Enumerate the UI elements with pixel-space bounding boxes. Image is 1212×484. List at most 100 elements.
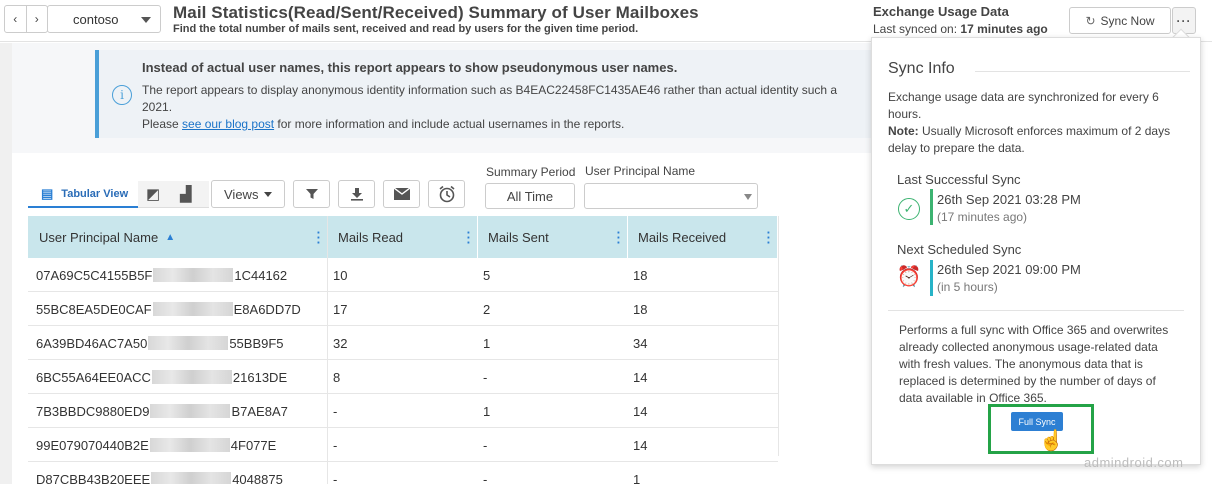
sync-icon: ↻: [1085, 13, 1096, 28]
last-sync-title: Last Successful Sync: [897, 172, 1021, 187]
filter-icon: [305, 189, 318, 199]
column-header-label: Mails Received: [638, 229, 727, 245]
sync-intro-text: Exchange usage data are synchronized for…: [888, 90, 1159, 121]
divider: [888, 310, 1184, 311]
status-bar: [930, 189, 933, 225]
table-row[interactable]: 6BC55A64EE0ACC 21613DE 8 - 14: [28, 360, 778, 394]
nav-arrows: ‹ ›: [4, 5, 48, 33]
cell-upn: 07A69C5C4155B5F 1C44162: [28, 258, 328, 292]
last-sync-date: 26th Sep 2021 03:28 PM: [937, 192, 1081, 207]
usage-data-title: Exchange Usage Data: [873, 4, 1009, 19]
column-header-mails-sent[interactable]: Mails Sent · · ·: [478, 216, 628, 258]
redacted-block: [151, 370, 232, 384]
email-button[interactable]: [383, 180, 420, 208]
page-title: Mail Statistics(Read/Sent/Received) Summ…: [173, 3, 699, 22]
left-strip: [0, 43, 12, 484]
upn-text-start: D87CBB43B20EEE: [36, 471, 151, 484]
cell-mails-sent: 2: [483, 301, 491, 317]
next-sync-relative: (in 5 hours): [937, 280, 998, 294]
hand-cursor-icon: ☝: [1039, 430, 1064, 452]
redacted-block: [151, 472, 232, 484]
schedule-button[interactable]: [428, 180, 465, 208]
next-sync-title: Next Scheduled Sync: [897, 242, 1022, 257]
column-header-mails-received[interactable]: Mails Received · · ·: [628, 216, 778, 258]
upn-text-end: 1C44162: [234, 267, 288, 283]
column-menu-icon[interactable]: · · ·: [617, 226, 621, 249]
tab-tabular-label: Tabular View: [61, 187, 129, 200]
cell-mails-received: 18: [633, 267, 648, 283]
table-row[interactable]: 55BC8EA5DE0CAF E8A6DD7D 17 2 18: [28, 292, 778, 326]
banner-line-1: The report appears to display anonymous …: [142, 83, 838, 97]
chevron-down-icon: [264, 191, 273, 197]
top-bar: ‹ › contoso Mail Statistics(Read/Sent/Re…: [0, 0, 1212, 42]
cell-mails-read: -: [333, 437, 338, 453]
sync-info-popover: Sync Info Exchange usage data are synchr…: [871, 37, 1201, 465]
redacted-block: [150, 404, 231, 418]
views-label: Views: [224, 186, 259, 202]
banner-line-2: 2021.: [142, 100, 173, 114]
last-synced-label: Last synced on:: [873, 22, 958, 36]
upn-text-start: 7B3BBDC9880ED9: [36, 403, 150, 419]
column-header-upn[interactable]: User Principal Name ▲ · · ·: [28, 216, 328, 258]
chevron-down-icon: [141, 17, 151, 23]
sync-now-label: Sync Now: [1100, 13, 1155, 28]
cell-mails-received: 14: [633, 437, 648, 453]
banner-title: Instead of actual user names, this repor…: [142, 60, 678, 75]
tenant-select[interactable]: contoso: [47, 5, 161, 33]
sort-ascending-icon[interactable]: ▲: [165, 232, 175, 243]
upn-filter-select[interactable]: [584, 183, 758, 209]
nav-prev-button[interactable]: ‹: [5, 6, 27, 32]
export-button[interactable]: [338, 180, 375, 208]
column-header-mails-read[interactable]: Mails Read · · ·: [328, 216, 478, 258]
redacted-block: [149, 438, 230, 452]
info-banner: i Instead of actual user names, this rep…: [95, 50, 875, 138]
cell-upn: D87CBB43B20EEE 4048875: [28, 462, 328, 484]
chevron-down-icon: [744, 194, 752, 200]
popover-title: Sync Info: [888, 60, 955, 77]
data-table: User Principal Name ▲ · · · Mails Read · · ·…: [28, 216, 778, 484]
tenant-name: contoso: [73, 11, 119, 27]
last-synced-text: Last synced on: 17 minutes ago: [873, 22, 1048, 36]
table-row[interactable]: 07A69C5C4155B5F 1C44162 10 5 18: [28, 258, 778, 292]
cell-upn: 55BC8EA5DE0CAF E8A6DD7D: [28, 292, 328, 326]
cell-mails-sent: -: [483, 471, 488, 484]
upn-text-start: 6BC55A64EE0ACC: [36, 369, 151, 385]
tab-tabular-view[interactable]: ▤ Tabular View: [28, 181, 138, 208]
column-menu-icon[interactable]: · · ·: [317, 226, 321, 249]
upn-text-end: 4048875: [232, 471, 283, 484]
blog-post-link[interactable]: see our blog post: [182, 117, 274, 131]
column-header-label: User Principal Name: [39, 229, 159, 245]
upn-text-start: 99E079070440B2E: [36, 437, 149, 453]
redacted-block: [153, 268, 234, 282]
check-circle-icon: ✓: [898, 198, 920, 220]
table-row[interactable]: 99E079070440B2E 4F077E - - 14: [28, 428, 778, 462]
table-row[interactable]: 6A39BD46AC7A50 55BB9F5 32 1 34: [28, 326, 778, 360]
tab-chart-icon[interactable]: ▟: [180, 185, 192, 203]
table-row[interactable]: 7B3BBDC9880ED9 B7AE8A7 - 1 14: [28, 394, 778, 428]
cell-upn: 99E079070440B2E 4F077E: [28, 428, 328, 462]
upn-text-end: 21613DE: [232, 369, 288, 385]
summary-period-button[interactable]: All Time: [485, 183, 575, 209]
banner-line-3-post: for more information and include actual …: [274, 117, 625, 131]
table-header: User Principal Name ▲ · · · Mails Read · · ·…: [28, 216, 778, 258]
download-icon: [350, 188, 363, 201]
alarm-clock-icon: [438, 185, 455, 203]
more-options-button[interactable]: ···: [1172, 7, 1196, 34]
nav-next-button[interactable]: ›: [27, 6, 48, 32]
cell-mails-received: 14: [633, 369, 648, 385]
cell-upn: 6A39BD46AC7A50 55BB9F5: [28, 326, 328, 360]
cell-upn: 6BC55A64EE0ACC 21613DE: [28, 360, 328, 394]
upn-filter-label: User Principal Name: [585, 164, 696, 178]
table-row[interactable]: D87CBB43B20EEE 4048875 - - 1: [28, 462, 778, 484]
tab-chart-dollar-icon[interactable]: ◩: [146, 185, 160, 203]
sync-now-button[interactable]: ↻ Sync Now: [1069, 7, 1171, 34]
banner-line-3-pre: Please: [142, 117, 183, 131]
column-menu-icon[interactable]: · · ·: [467, 226, 471, 249]
filter-button[interactable]: [293, 180, 330, 208]
cell-mails-sent: 1: [483, 335, 491, 351]
views-dropdown[interactable]: Views: [211, 180, 285, 208]
upn-text-start: 55BC8EA5DE0CAF: [36, 301, 152, 317]
cell-mails-read: 8: [333, 369, 341, 385]
cell-mails-sent: 1: [483, 403, 491, 419]
column-menu-icon[interactable]: · · ·: [767, 226, 771, 249]
